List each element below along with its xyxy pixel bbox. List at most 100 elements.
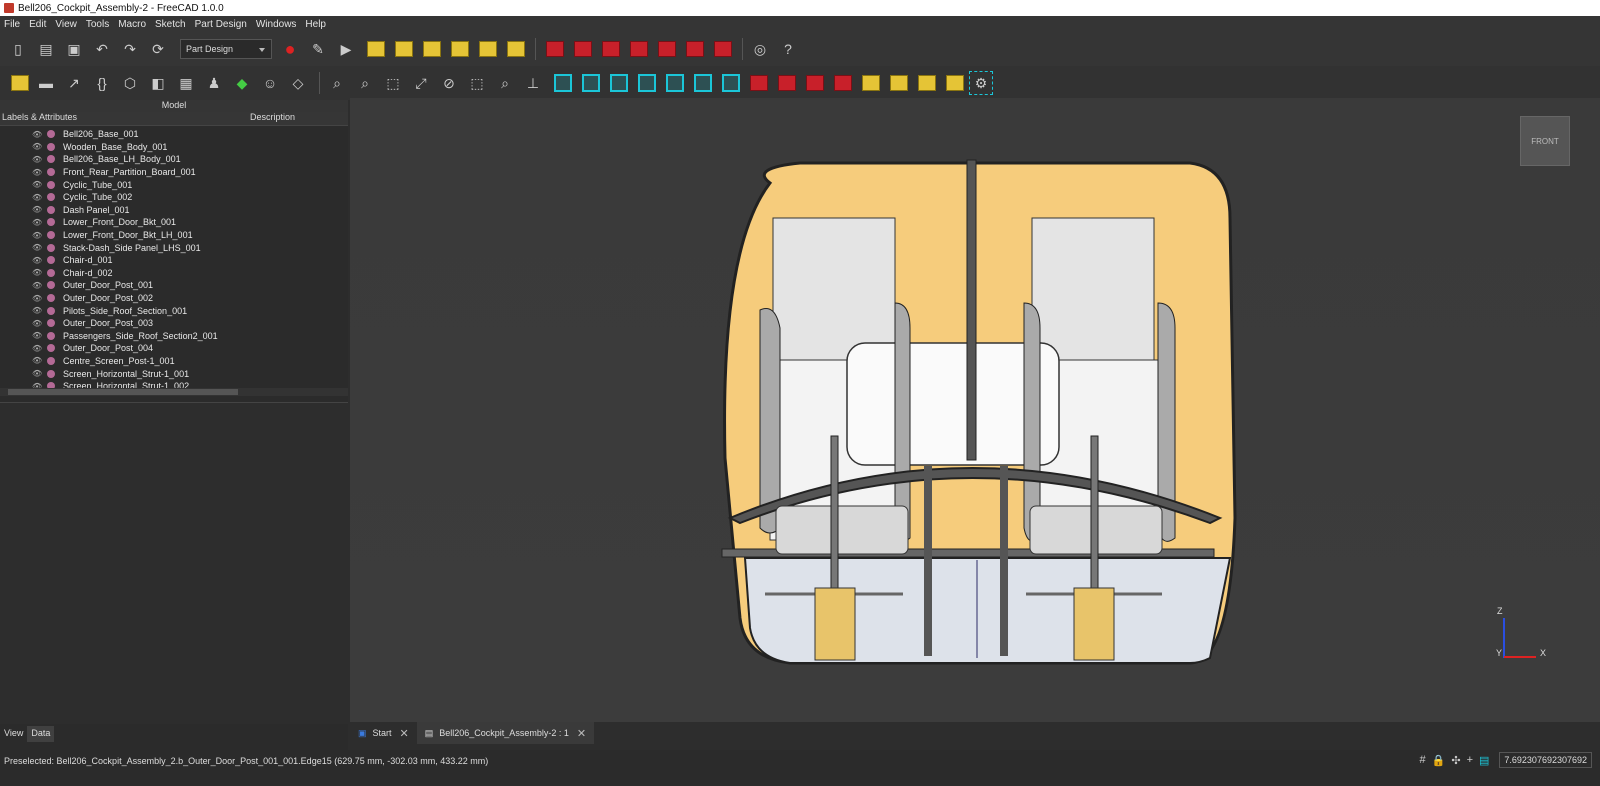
tree-item[interactable]: 👁 Outer_Door_Post_001 [0,279,348,292]
tree-item[interactable]: 👁 Bell206_Base_LH_Body_001 [0,153,348,166]
plus-icon[interactable]: + [1467,754,1473,766]
tree-item[interactable]: 👁 Lower_Front_Door_Bkt_LH_001 [0,229,348,242]
view-isometric-icon[interactable] [554,74,572,92]
tree-horizontal-scrollbar[interactable] [0,388,348,396]
tree-item[interactable]: 👁 Bell206_Base_001 [0,128,348,141]
tab-view[interactable]: View [0,726,27,742]
tree-item[interactable]: 👁 Chair-d_002 [0,267,348,280]
lock-icon[interactable]: 🔒 [1432,754,1446,767]
visibility-icon[interactable]: 👁 [32,369,42,378]
visibility-icon[interactable]: 👁 [32,180,42,189]
menu-view[interactable]: View [55,19,77,30]
visibility-icon[interactable]: 👁 [32,142,42,151]
visibility-icon[interactable]: 👁 [32,218,42,227]
labels-column-header[interactable]: Labels & Attributes [0,112,248,125]
record-macro-icon[interactable]: ● [278,37,302,61]
add-workbench-icon[interactable]: ⚙ [969,71,993,95]
visibility-icon[interactable]: 👁 [32,281,42,290]
navcube-front-face[interactable]: FRONT [1531,137,1559,146]
tree-item[interactable]: 👁 Centre_Screen_Post-1_001 [0,355,348,368]
view-front-icon[interactable] [582,74,600,92]
visibility-icon[interactable]: 👁 [32,168,42,177]
visibility-icon[interactable]: 👁 [32,155,42,164]
zoom-icon[interactable]: ⌕ [493,71,517,95]
cross-sections-icon[interactable] [778,75,796,91]
validate-sketch-icon[interactable]: ▦ [174,71,198,95]
grid-icon[interactable]: # [1420,754,1426,766]
insert-component-icon[interactable] [890,75,908,91]
visibility-icon[interactable]: 👁 [32,256,42,265]
navigation-cube[interactable]: FRONT [1520,116,1570,166]
run-macro-icon[interactable]: ▶ [334,37,358,61]
visibility-icon[interactable]: 👁 [32,231,42,240]
undo-icon[interactable]: ↶ [90,37,114,61]
menu-file[interactable]: File [4,19,20,30]
visibility-icon[interactable]: 👁 [32,193,42,202]
snap-icon[interactable]: ✣ [1451,754,1460,767]
visibility-icon[interactable]: 👁 [32,243,42,252]
subtractive-loft-icon[interactable] [630,41,648,57]
datum-icon[interactable]: ◇ [286,71,310,95]
close-icon[interactable]: ✕ [400,727,409,740]
tree-item[interactable]: 👁 Front_Rear_Partition_Board_001 [0,166,348,179]
macro-editor-icon[interactable]: ✎ [306,37,330,61]
variable-set-icon[interactable]: {} [90,71,114,95]
subtractive-pipe-icon[interactable] [658,41,676,57]
visibility-icon[interactable]: 👁 [32,294,42,303]
3d-viewport[interactable]: FRONT Z Y X [350,98,1600,722]
menu-help[interactable]: Help [305,19,326,30]
menu-edit[interactable]: Edit [29,19,46,30]
bill-of-materials-icon[interactable] [918,75,936,91]
menu-sketch[interactable]: Sketch [155,19,186,30]
link-icon[interactable]: ↗ [62,71,86,95]
tree-item[interactable]: 👁 Cyclic_Tube_001 [0,178,348,191]
visibility-icon[interactable]: 👁 [32,306,42,315]
assembly-icon[interactable] [862,75,880,91]
loft-icon[interactable] [423,41,441,57]
tree-item[interactable]: 👁 Outer_Door_Post_002 [0,292,348,305]
visibility-icon[interactable]: 👁 [32,268,42,277]
pocket-icon[interactable] [546,41,564,57]
revolution-icon[interactable] [395,41,413,57]
visibility-icon[interactable]: 👁 [32,319,42,328]
selection-filter-icon[interactable]: ⬚ [465,71,489,95]
section-icon[interactable] [750,75,768,91]
description-column-header[interactable]: Description [248,112,295,125]
helix-icon[interactable] [479,41,497,57]
tree-item[interactable]: 👁 Cyclic_Tube_002 [0,191,348,204]
visibility-icon[interactable]: 👁 [32,344,42,353]
visibility-icon[interactable]: 👁 [32,130,42,139]
tree-item[interactable]: 👁 Screen_Horizontal_Strut-1_001 [0,367,348,380]
view-bottom-icon[interactable] [694,74,712,92]
save-icon[interactable]: ▣ [62,37,86,61]
view-top-icon[interactable] [610,74,628,92]
tab-start[interactable]: ▣ Start ✕ [350,722,417,744]
view-rear-icon[interactable] [666,74,684,92]
shape-binder-icon[interactable]: ♟ [202,71,226,95]
pad-icon[interactable] [367,41,385,57]
tab-data[interactable]: Data [27,726,55,742]
measure-distance-icon[interactable]: ⊥ [521,71,545,95]
measure-icon[interactable]: ⊘ [437,71,461,95]
create-part-icon[interactable] [11,75,29,91]
tab-document[interactable]: ▤ Bell206_Cockpit_Assembly-2 : 1 ✕ [416,722,595,744]
create-group-icon[interactable]: ▬ [34,71,58,95]
menu-windows[interactable]: Windows [256,19,297,30]
tree-item[interactable]: 👁 Passengers_Side_Roof_Section2_001 [0,330,348,343]
bounding-box-icon[interactable]: ⤢ [409,71,433,95]
boolean-icon[interactable]: ◎ [748,37,772,61]
additive-primitive-icon[interactable] [507,41,525,57]
tree-item[interactable]: 👁 Dash Panel_001 [0,204,348,217]
fit-all-icon[interactable]: ⌕ [325,71,349,95]
refresh-icon[interactable]: ⟳ [146,37,170,61]
fit-selection-icon[interactable]: ⌕ [353,71,377,95]
units-icon[interactable]: ▤ [1479,754,1489,767]
units-value-field[interactable]: 7.692307692307692 [1499,752,1592,768]
whats-this-icon[interactable]: ? [776,37,800,61]
new-file-icon[interactable]: ▯ [6,37,30,61]
defeaturing-icon[interactable] [834,75,852,91]
tree-item[interactable]: 👁 Lower_Front_Door_Bkt_001 [0,216,348,229]
redo-icon[interactable]: ↷ [118,37,142,61]
workbench-selector[interactable]: Part Design [180,39,272,59]
tree-item[interactable]: 👁 Pilots_Side_Roof_Section_001 [0,304,348,317]
